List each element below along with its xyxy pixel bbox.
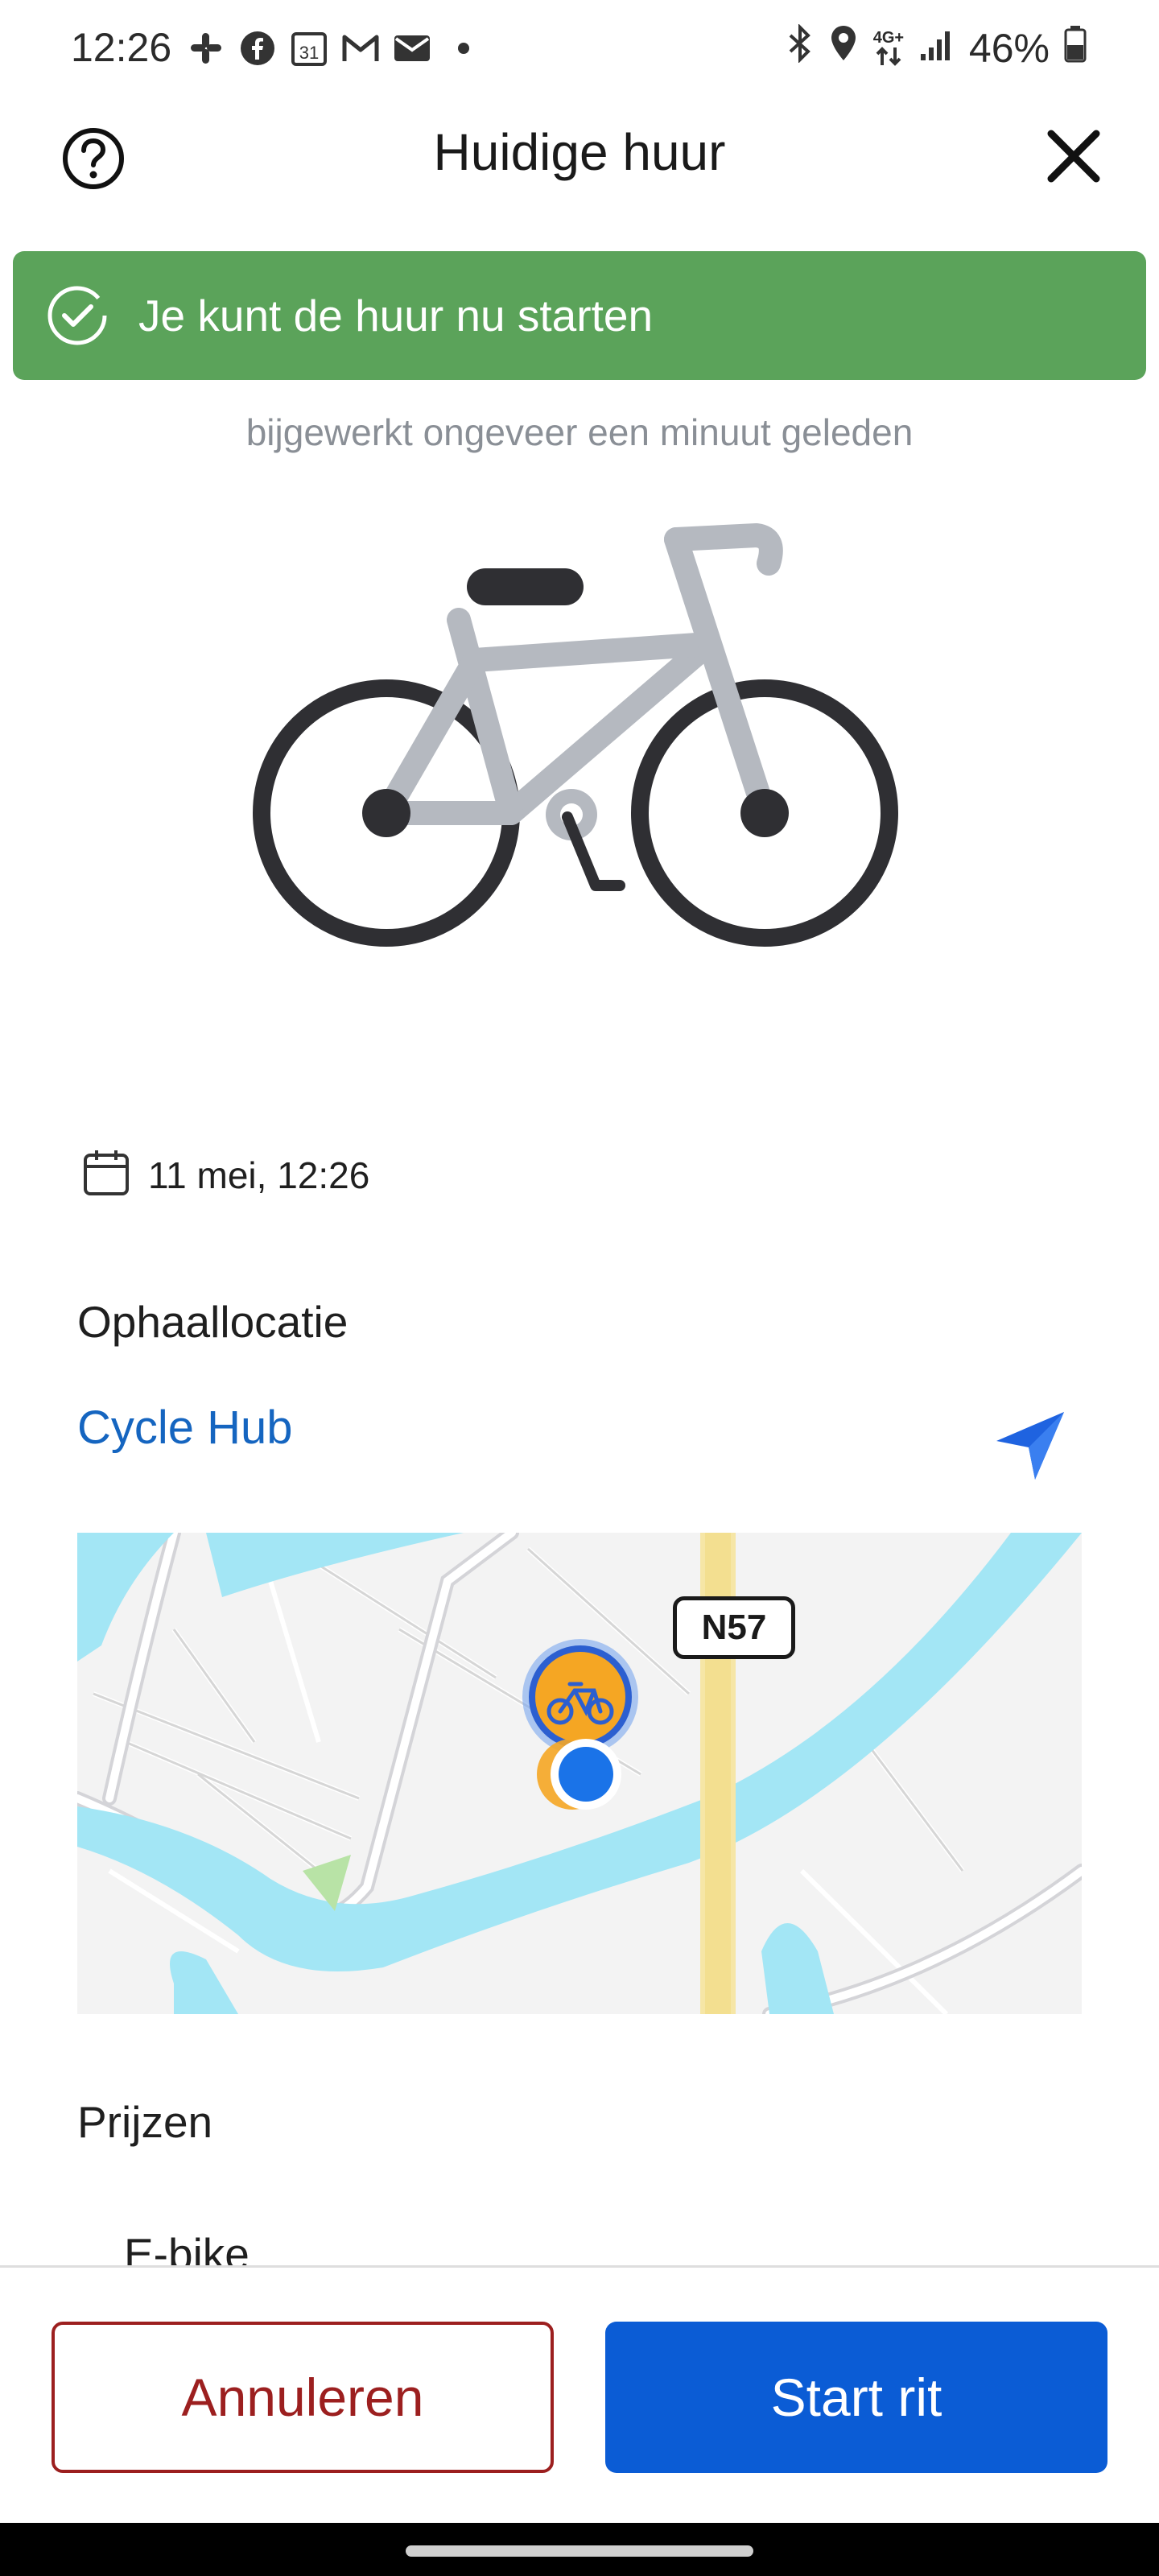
home-handle[interactable] [406,2545,753,2557]
status-time: 12:26 [71,25,172,70]
banner-text: Je kunt de huur nu starten [138,291,654,341]
calendar-icon [80,1147,132,1203]
road-label-n57: N57 [673,1596,795,1659]
battery-percentage: 46% [968,26,1050,71]
system-icons: 4G+ 46% [786,23,1087,72]
date-text: 11 mei, 12:26 [148,1154,370,1196]
start-ride-button[interactable]: Start rit [605,2322,1107,2473]
bluetooth-icon [786,23,815,72]
calendar-icon: 31 [290,29,328,68]
last-updated-text: bijgewerkt ongeveer een minuut geleden [245,411,914,453]
status-bar: 12:26 31 4G+ 46% [0,0,1159,105]
location-icon [829,24,858,72]
pickup-map[interactable] [77,1533,1082,2014]
status-banner: Je kunt de huur nu starten [13,251,1146,380]
mail-icon [393,29,431,68]
close-icon[interactable] [1041,124,1106,188]
app-header: Huidige huur [0,113,1159,193]
prices-section-title: Prijzen [77,2097,213,2147]
data-icon: 4G+ [872,30,905,67]
rental-date: 11 mei, 12:26 [80,1147,369,1203]
battery-icon [1064,24,1087,72]
pickup-location-link[interactable]: Cycle Hub [77,1401,293,1455]
gmail-icon [341,29,380,68]
pickup-section-title: Ophaallocatie [77,1297,349,1347]
cancel-button[interactable]: Annuleren [52,2322,554,2473]
check-circle-icon [45,283,109,348]
facebook-icon [238,29,277,68]
notification-icons: 31 [187,29,483,68]
bicycle-icon [241,515,918,966]
page-title: Huidige huur [433,123,726,181]
signal-icon [919,25,955,72]
navigation-arrow-icon[interactable] [993,1409,1066,1481]
slack-icon [187,29,225,68]
svg-text:31: 31 [299,43,319,63]
dot-icon [444,29,483,68]
